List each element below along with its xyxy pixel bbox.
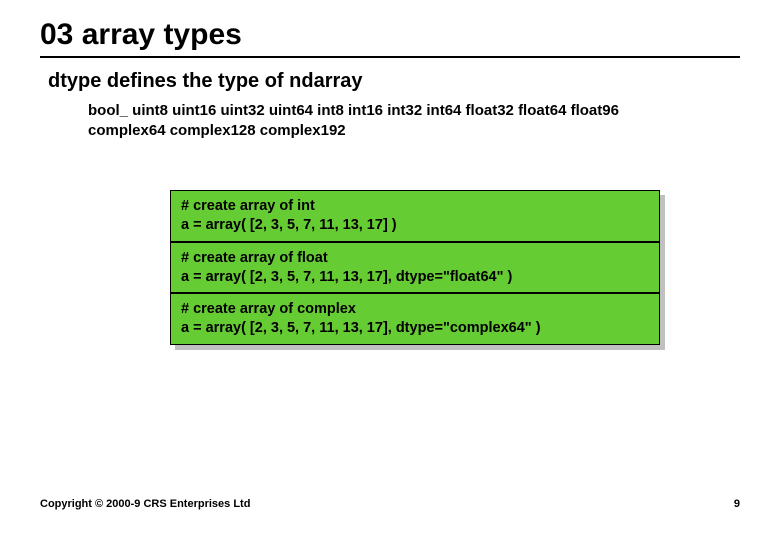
code-box-wrapper: # create array of float a = array( [2, 3… bbox=[170, 242, 660, 294]
code-boxes-container: # create array of int a = array( [2, 3, … bbox=[170, 190, 660, 345]
code-line: a = array( [2, 3, 5, 7, 11, 13, 17], dty… bbox=[181, 319, 649, 338]
slide-subtitle: dtype defines the type of ndarray bbox=[48, 70, 740, 93]
copyright: Copyright © 2000-9 CRS Enterprises Ltd bbox=[40, 498, 250, 510]
footer: Copyright © 2000-9 CRS Enterprises Ltd 9 bbox=[40, 498, 740, 510]
code-box-complex: # create array of complex a = array( [2,… bbox=[170, 293, 660, 345]
code-line: a = array( [2, 3, 5, 7, 11, 13, 17], dty… bbox=[181, 268, 649, 287]
code-prefix: a = array( [2, 3, 5, 7, 11, 13, 17], bbox=[181, 269, 396, 285]
dtype-list: bool_ uint8 uint16 uint32 uint64 int8 in… bbox=[88, 101, 700, 140]
code-comment: # create array of complex bbox=[181, 300, 649, 319]
code-comment: # create array of int bbox=[181, 197, 649, 216]
code-box-float: # create array of float a = array( [2, 3… bbox=[170, 242, 660, 294]
code-bold: dtype="complex64" bbox=[396, 320, 532, 336]
code-line: a = array( [2, 3, 5, 7, 11, 13, 17] ) bbox=[181, 216, 649, 235]
code-box-wrapper: # create array of int a = array( [2, 3, … bbox=[170, 190, 660, 242]
code-comment: # create array of float bbox=[181, 249, 649, 268]
page-number: 9 bbox=[734, 498, 740, 510]
slide-title: 03 array types bbox=[40, 18, 740, 58]
code-box-wrapper: # create array of complex a = array( [2,… bbox=[170, 293, 660, 345]
code-bold: dtype="float64" bbox=[396, 269, 504, 285]
code-suffix: ) bbox=[532, 320, 541, 336]
code-suffix: ) bbox=[503, 269, 512, 285]
code-box-int: # create array of int a = array( [2, 3, … bbox=[170, 190, 660, 242]
code-prefix: a = array( [2, 3, 5, 7, 11, 13, 17], bbox=[181, 320, 396, 336]
